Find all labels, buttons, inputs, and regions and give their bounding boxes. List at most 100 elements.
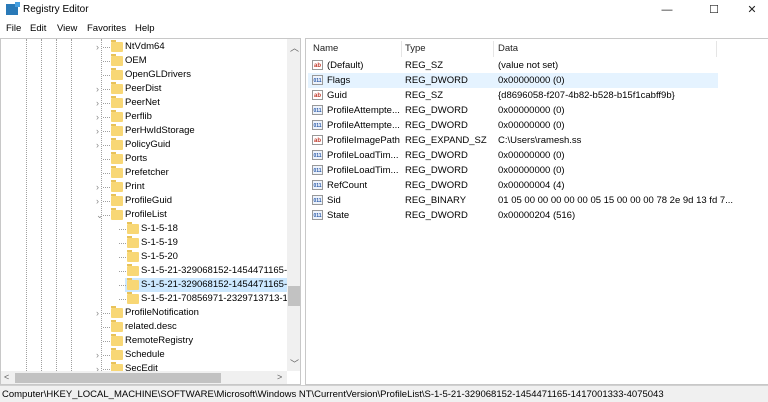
tree-item[interactable]: OEM [1, 54, 288, 68]
folder-icon [127, 278, 139, 290]
chevron-right-icon[interactable]: › [96, 82, 99, 96]
value-type: REG_DWORD [405, 75, 468, 86]
value-row[interactable]: ab ProfileImagePath REG_EXPAND_SZ C:\Users\… [308, 133, 718, 148]
tree-item[interactable]: Prefetcher [1, 166, 288, 180]
tree-vertical-scroll-thumb[interactable] [288, 286, 300, 306]
scroll-down-icon[interactable]: ﹀ [290, 357, 299, 370]
value-row[interactable]: 011 RefCount REG_DWORD 0x00000004 (4) [308, 178, 718, 193]
value-type: REG_DWORD [405, 165, 468, 176]
tree-item[interactable]: S-1-5-21-70856971-2329713713-1072 [1, 292, 300, 306]
tree-item-label: Schedule [125, 349, 165, 360]
scroll-right-icon[interactable]: > [277, 372, 282, 382]
folder-icon [111, 320, 123, 332]
value-row[interactable]: 011 ProfileAttempte... REG_DWORD 0x00000000… [308, 118, 718, 133]
tree-item[interactable]: ⌄ ProfileList [1, 208, 288, 222]
folder-icon [111, 306, 123, 318]
maximize-button[interactable]: ☐ [700, 2, 728, 18]
value-type: REG_DWORD [405, 210, 468, 221]
close-button[interactable]: ✕ [738, 2, 766, 18]
tree-item[interactable]: S-1-5-21-329068152-1454471165-1417001333… [119, 278, 300, 292]
value-row[interactable]: ab (Default) REG_SZ (value not set) [308, 58, 718, 73]
binary-value-icon: 011 [312, 120, 323, 130]
tree-item[interactable]: › PerHwIdStorage [1, 124, 288, 138]
tree-item[interactable]: › PolicyGuid [1, 138, 288, 152]
tree-item[interactable]: OpenGLDrivers [1, 68, 288, 82]
value-row[interactable]: 011 ProfileLoadTim... REG_DWORD 0x00000000 … [308, 163, 718, 178]
value-row[interactable]: 011 Sid REG_BINARY 01 05 00 00 00 00 00 05 … [308, 193, 733, 208]
tree-item[interactable]: Ports [1, 152, 288, 166]
folder-icon [111, 348, 123, 360]
value-row[interactable]: ab Guid REG_SZ {d8696058-f207-4b82-b528-b15… [308, 88, 718, 103]
tree-item[interactable]: S-1-5-21-329068152-1454471165-1417001333… [1, 264, 300, 278]
tree-item[interactable]: S-1-5-20 [1, 250, 288, 264]
scroll-left-icon[interactable]: < [4, 372, 9, 382]
tree-horizontal-scrollbar[interactable]: < > [1, 371, 287, 384]
tree-vertical-scrollbar[interactable]: ︿ ﹀ [287, 39, 300, 371]
menu-file[interactable]: File [6, 23, 21, 34]
tree-item[interactable]: RemoteRegistry [1, 334, 288, 348]
tree-item[interactable]: › ProfileNotification [1, 306, 288, 320]
value-data: (value not set) [498, 60, 559, 71]
tree-item[interactable]: › NtVdm64 [1, 40, 288, 54]
binary-value-icon: 011 [312, 180, 323, 190]
tree-item[interactable]: › Print [1, 180, 288, 194]
menu-help[interactable]: Help [135, 23, 155, 34]
chevron-right-icon[interactable]: › [96, 124, 99, 138]
column-header-type[interactable]: Type [405, 43, 426, 54]
chevron-right-icon[interactable]: › [96, 180, 99, 194]
tree-horizontal-scroll-thumb[interactable] [15, 373, 221, 383]
tree-item-label: PeerDist [125, 83, 162, 94]
chevron-right-icon[interactable]: › [96, 306, 99, 320]
column-header-data[interactable]: Data [498, 43, 518, 54]
tree-item-label: Prefetcher [125, 167, 169, 178]
tree-item[interactable]: › Perflib [1, 110, 288, 124]
folder-icon [111, 82, 123, 94]
binary-value-icon: 011 [312, 195, 323, 205]
menu-edit[interactable]: Edit [30, 23, 46, 34]
folder-icon [127, 292, 139, 304]
tree-item[interactable]: S-1-5-18 [1, 222, 288, 236]
value-row[interactable]: 011 ProfileLoadTim... REG_DWORD 0x00000000 … [308, 148, 718, 163]
value-name: ProfileAttempte... [327, 105, 400, 116]
value-type: REG_DWORD [405, 150, 468, 161]
value-data: 0x00000000 (0) [498, 120, 565, 131]
folder-icon [127, 236, 139, 248]
binary-value-icon: 011 [312, 150, 323, 160]
value-data: 0x00000000 (0) [498, 75, 565, 86]
chevron-right-icon[interactable]: › [96, 110, 99, 124]
value-data: 0x00000000 (0) [498, 165, 565, 176]
value-name: ProfileLoadTim... [327, 165, 399, 176]
tree-item[interactable]: S-1-5-19 [1, 236, 288, 250]
tree-item[interactable]: › PeerDist [1, 82, 288, 96]
chevron-right-icon[interactable]: › [96, 96, 99, 110]
tree-item[interactable]: › Schedule [1, 348, 288, 362]
menu-favorites[interactable]: Favorites [87, 23, 126, 34]
scroll-up-icon[interactable]: ︿ [290, 41, 299, 54]
value-row[interactable]: 011 Flags REG_DWORD 0x00000000 (0) [308, 73, 718, 88]
tree-item-label: S-1-5-21-329068152-1454471165-1417001333… [141, 279, 300, 290]
folder-icon [111, 96, 123, 108]
chevron-right-icon[interactable]: › [96, 194, 99, 208]
tree-item[interactable]: › ProfileGuid [1, 194, 288, 208]
tree-item[interactable]: related.desc [1, 320, 288, 334]
folder-icon [111, 110, 123, 122]
values-pane[interactable]: Name Type Data ab (Default) REG_SZ (value n… [305, 38, 768, 385]
menu-view[interactable]: View [57, 23, 77, 34]
tree-item-label: ProfileGuid [125, 195, 172, 206]
value-name: ProfileImagePath [327, 135, 400, 146]
value-row[interactable]: 011 ProfileAttempte... REG_DWORD 0x00000000… [308, 103, 718, 118]
value-name: State [327, 210, 350, 221]
minimize-button[interactable]: — [653, 2, 681, 18]
registry-tree[interactable]: › NtVdm64 OEM OpenGLDrivers › PeerDist › PeerNe… [0, 38, 301, 385]
chevron-right-icon[interactable]: › [96, 348, 99, 362]
value-data: C:\Users\ramesh.ss [498, 135, 582, 146]
value-row[interactable]: 011 State REG_DWORD 0x00000204 (516) [308, 208, 718, 223]
folder-icon [111, 208, 123, 220]
chevron-right-icon[interactable]: › [96, 138, 99, 152]
chevron-right-icon[interactable]: › [96, 40, 99, 54]
tree-item[interactable]: › PeerNet [1, 96, 288, 110]
tree-item-label: Print [125, 181, 145, 192]
column-header-name[interactable]: Name [313, 43, 338, 54]
value-data: 01 05 00 00 00 00 00 05 15 00 00 00 78 2… [498, 195, 734, 206]
window-title: Registry Editor [23, 4, 89, 15]
